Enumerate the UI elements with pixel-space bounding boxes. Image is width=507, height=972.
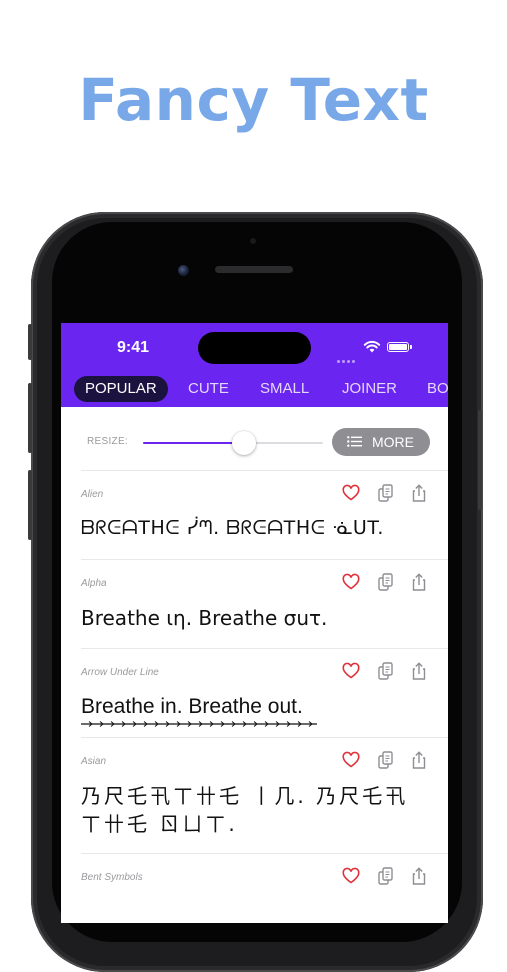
dynamic-island bbox=[198, 332, 311, 364]
copy-icon[interactable] bbox=[376, 866, 396, 886]
tab-popular[interactable]: POPULAR bbox=[74, 376, 168, 402]
category-tabs: POPULAR CUTE SMALL JOINER BO bbox=[61, 370, 448, 407]
app-screen: 9:41 POPULAR CUTE SMALL JOINER BO RESIZE… bbox=[61, 323, 448, 923]
phone-volume-up bbox=[28, 383, 32, 453]
style-name: Arrow Under Line bbox=[81, 667, 159, 678]
style-preview-text: Breathe in. Breathe out. bbox=[81, 695, 303, 718]
copy-icon[interactable] bbox=[376, 750, 396, 770]
front-camera-icon bbox=[178, 265, 189, 276]
phone-mute-switch bbox=[28, 324, 32, 360]
more-button[interactable]: MORE bbox=[332, 428, 430, 456]
tab-bold[interactable]: BO bbox=[416, 376, 448, 402]
style-card-alpha[interactable]: Alpha Breathe ιη. Breathe σuτ. bbox=[81, 559, 448, 648]
heart-icon[interactable] bbox=[341, 866, 361, 886]
wifi-icon bbox=[363, 340, 381, 353]
style-card-arrow-under-line[interactable]: Arrow Under Line Breathe in. Breathe out… bbox=[81, 648, 448, 737]
copy-icon[interactable] bbox=[376, 661, 396, 681]
status-bar: 9:41 bbox=[61, 323, 448, 370]
style-card-alien[interactable]: Alien ᗷᖇᕮᗩTᕼᕮ ᓰᘉ. ᗷᖇᕮᗩTᕼᕮ ᓍᑌT. bbox=[81, 470, 448, 559]
style-name: Bent Symbols bbox=[81, 872, 143, 883]
share-icon[interactable] bbox=[409, 483, 429, 503]
share-icon[interactable] bbox=[409, 661, 429, 681]
copy-icon[interactable] bbox=[376, 483, 396, 503]
proximity-sensor bbox=[250, 238, 256, 244]
heart-icon[interactable] bbox=[341, 661, 361, 681]
heart-icon[interactable] bbox=[341, 483, 361, 503]
share-icon[interactable] bbox=[409, 866, 429, 886]
resize-slider-thumb[interactable] bbox=[231, 431, 256, 455]
style-card-bent-symbols[interactable]: Bent Symbols bbox=[81, 853, 448, 923]
heart-icon[interactable] bbox=[341, 572, 361, 592]
share-icon[interactable] bbox=[409, 750, 429, 770]
style-preview-text: ᗷᖇᕮᗩTᕼᕮ ᓰᘉ. ᗷᖇᕮᗩTᕼᕮ ᓍᑌT. bbox=[81, 517, 384, 539]
tab-joiner[interactable]: JOINER bbox=[331, 376, 408, 402]
list-icon bbox=[347, 436, 362, 447]
style-name: Asian bbox=[81, 756, 107, 767]
style-preview-text: 乃尺乇卂ㄒ卄乇 丨几. 乃尺乇卂ㄒ卄乇 ㄖㄩㄒ. bbox=[81, 784, 409, 836]
phone-power-button bbox=[478, 410, 482, 510]
battery-icon bbox=[387, 342, 412, 352]
share-icon[interactable] bbox=[409, 572, 429, 592]
cellular-signal-icon bbox=[337, 350, 357, 368]
style-card-asian[interactable]: Asian 乃尺乇卂ㄒ卄乇 丨几. 乃尺乇卂ㄒ卄乇 ㄖㄩㄒ. bbox=[81, 737, 448, 853]
tab-cute[interactable]: CUTE bbox=[177, 376, 240, 402]
heart-icon[interactable] bbox=[341, 750, 361, 770]
resize-label: RESIZE: bbox=[87, 436, 128, 447]
earpiece-speaker bbox=[215, 266, 293, 273]
phone-volume-down bbox=[28, 470, 32, 540]
arrow-underline-decoration bbox=[81, 721, 317, 727]
style-name: Alien bbox=[81, 489, 104, 500]
more-button-label: MORE bbox=[372, 434, 414, 450]
resize-slider-fill bbox=[143, 442, 244, 444]
copy-icon[interactable] bbox=[376, 572, 396, 592]
style-preview-text: Breathe ιη. Breathe σuτ. bbox=[81, 606, 328, 630]
style-name: Alpha bbox=[81, 578, 107, 589]
status-time: 9:41 bbox=[117, 339, 150, 356]
tab-small[interactable]: SMALL bbox=[249, 376, 320, 402]
resize-row: RESIZE: MORE bbox=[61, 407, 448, 467]
app-headline: Fancy Text bbox=[78, 66, 429, 134]
